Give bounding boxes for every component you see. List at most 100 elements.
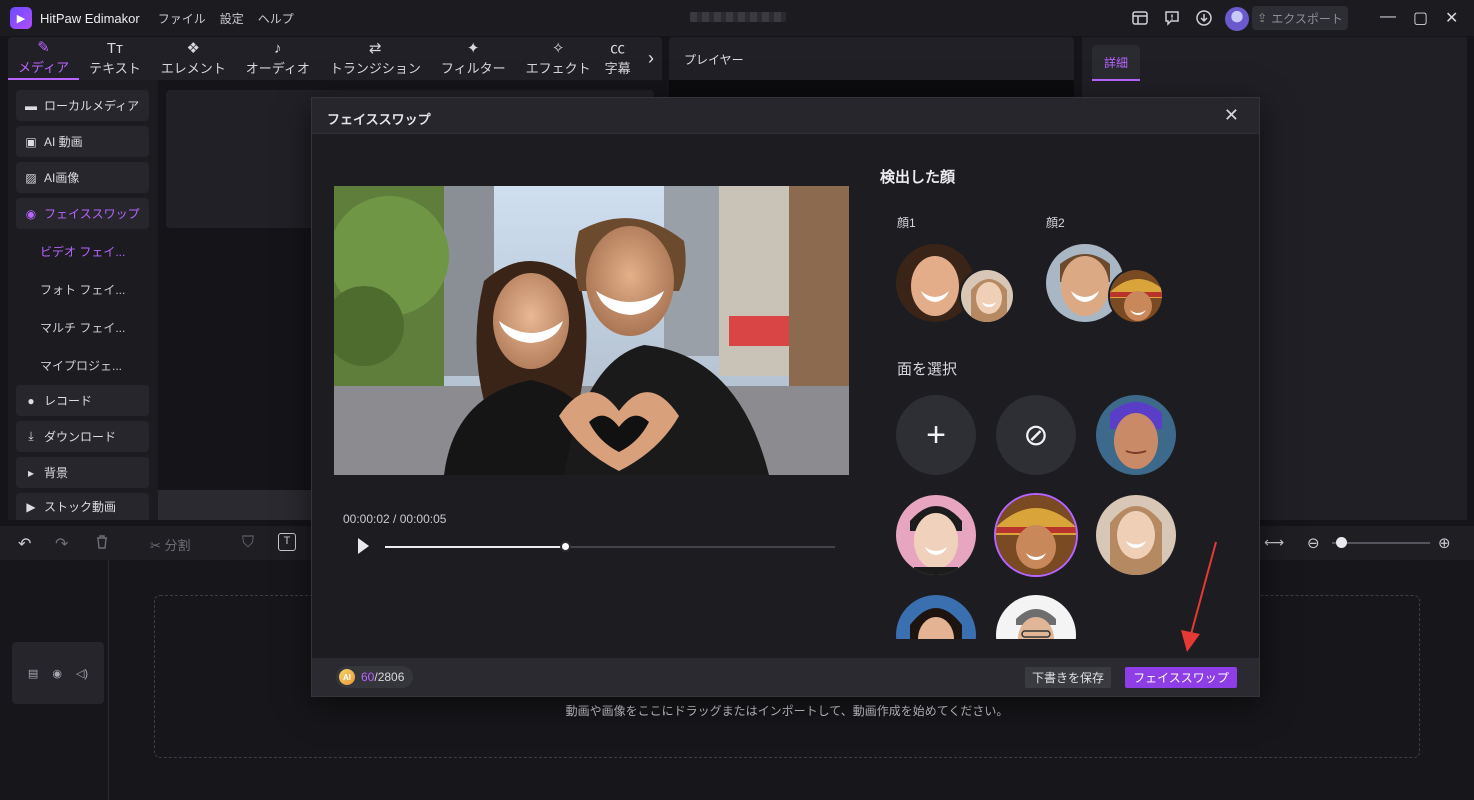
tab-filter[interactable]: ✦ フィルター	[431, 37, 516, 80]
caption-icon: ㏄	[610, 39, 626, 57]
swap-face-1-thumb[interactable]	[959, 268, 1015, 324]
candidate-face-3-selected[interactable]	[996, 495, 1076, 575]
sidebar-subitem-multi-face[interactable]: マルチ フェイ...	[40, 319, 125, 336]
maximize-button[interactable]: ▢	[1413, 8, 1428, 28]
sidebar-item-face-swap[interactable]: ◉ フェイススワップ	[16, 198, 149, 229]
candidate-face-1[interactable]	[1096, 395, 1176, 475]
chevron-right-icon[interactable]: ›	[640, 37, 662, 80]
scissors-icon: ✂	[150, 538, 165, 553]
select-face-title: 面を選択	[897, 361, 958, 378]
tab-label: フィルター	[440, 60, 506, 76]
tab-media[interactable]: ✎ メディア	[8, 37, 80, 80]
fit-width-icon[interactable]: ⟷	[1264, 534, 1284, 551]
track-volume-icon[interactable]: ◁)	[76, 667, 88, 680]
tab-transition[interactable]: ⇄ トランジション	[320, 37, 431, 80]
current-time: 00:00:02	[343, 512, 390, 526]
filter-icon: ✦	[466, 39, 480, 57]
redo-icon[interactable]: ↷	[55, 534, 68, 554]
track-visibility-icon[interactable]: ◉	[52, 667, 62, 680]
tab-text[interactable]: Tт テキスト	[79, 37, 151, 80]
no-face-button[interactable]: ⊘	[996, 395, 1076, 475]
undo-icon[interactable]: ↶	[18, 534, 31, 554]
tab-label: 字幕	[604, 60, 631, 76]
layout-icon[interactable]	[1129, 7, 1151, 29]
split-button[interactable]: ✂ 分割	[150, 535, 191, 554]
candidate-face-5[interactable]	[896, 595, 976, 639]
candidate-face-2[interactable]	[896, 495, 976, 575]
delete-icon[interactable]	[94, 534, 110, 555]
text-tool-icon[interactable]: T	[278, 533, 296, 551]
sidebar-item-label: ローカルメディア	[44, 99, 140, 113]
sidebar-item-label: レコード	[44, 394, 93, 408]
tab-effect[interactable]: ✧ エフェクト	[516, 37, 601, 80]
ai-credits-badge: AI 60/2806	[336, 666, 414, 688]
feedback-icon[interactable]	[1161, 7, 1183, 29]
play-icon[interactable]	[358, 538, 369, 554]
sidebar-item-ai-video[interactable]: ▣ AI 動画	[16, 126, 149, 157]
add-face-button[interactable]: +	[896, 395, 976, 475]
zoom-in-icon[interactable]: ⊕	[1438, 534, 1451, 552]
tab-label: メディア	[18, 59, 70, 75]
project-name-redacted	[690, 12, 786, 22]
sidebar-subitem-my-projects[interactable]: マイプロジェ...	[40, 357, 122, 374]
face-2-label: 顔2	[1046, 216, 1065, 230]
sidebar-item-download[interactable]: ⤓ ダウンロード	[16, 421, 149, 452]
sidebar-item-record[interactable]: ● レコード	[16, 385, 149, 416]
marker-icon[interactable]: ⛉	[242, 534, 254, 552]
candidate-face-4[interactable]	[1096, 495, 1176, 575]
zoom-slider-knob[interactable]	[1336, 537, 1347, 548]
seek-handle[interactable]	[560, 541, 571, 552]
zoom-out-icon[interactable]: ⊖	[1307, 534, 1320, 552]
app-title: HitPaw Edimakor	[40, 10, 140, 26]
menu-help[interactable]: ヘルプ	[258, 10, 294, 27]
minimize-button[interactable]: —	[1380, 8, 1396, 26]
tab-label: エレメント	[160, 60, 226, 76]
export-icon: ⇪	[1257, 11, 1268, 25]
tab-label: トランジション	[329, 60, 421, 76]
annotation-arrow	[1181, 541, 1217, 652]
sidebar-subitem-photo-face[interactable]: フォト フェイ...	[40, 281, 125, 298]
tab-label: テキスト	[89, 60, 141, 76]
split-label: 分割	[164, 538, 191, 553]
track-film-icon[interactable]: ▤	[28, 667, 38, 680]
candidate-face-6[interactable]	[996, 595, 1076, 639]
sidebar-item-local-media[interactable]: ▬ ローカルメディア	[16, 90, 149, 121]
swap-face-2-thumb[interactable]	[1108, 268, 1164, 324]
dialog-header: フェイススワップ ✕	[312, 98, 1259, 134]
export-label: エクスポート	[1271, 11, 1343, 26]
menu-settings[interactable]: 設定	[220, 10, 244, 27]
dialog-footer: AI 60/2806 下書きを保存 フェイススワップ	[312, 658, 1259, 696]
tab-details[interactable]: 詳細	[1092, 45, 1140, 81]
detected-faces-title: 検出した顔	[880, 169, 956, 186]
record-icon: ●	[27, 393, 35, 408]
title-bar: ▶ HitPaw Edimakor ファイル 設定 ヘルプ ⇪ エクスポート —…	[0, 0, 1474, 36]
tab-element[interactable]: ❖ エレメント	[151, 37, 236, 80]
caret-right-icon: ▸	[27, 465, 35, 480]
tab-audio[interactable]: ♪ オーディオ	[236, 37, 320, 80]
user-avatar[interactable]	[1225, 7, 1249, 31]
time-display: 00:00:02 / 00:00:05	[343, 512, 446, 526]
play-icon: ▶	[26, 499, 36, 514]
close-icon[interactable]: ✕	[1224, 105, 1239, 126]
seek-bar[interactable]	[385, 541, 835, 552]
ai-coin-icon: AI	[339, 669, 355, 685]
tab-caption[interactable]: ㏄字幕	[601, 37, 635, 80]
transition-icon: ⇄	[369, 39, 382, 57]
close-window-button[interactable]: ✕	[1445, 8, 1458, 28]
sidebar-item-label: 背景	[44, 466, 69, 480]
sidebar-item-label: ダウンロード	[44, 430, 117, 444]
sidebar-item-background[interactable]: ▸ 背景	[16, 457, 149, 488]
seek-progress	[385, 546, 565, 548]
sidebar-item-stock-video[interactable]: ▶ ストック動画	[16, 493, 149, 520]
app-logo-icon: ▶	[10, 7, 32, 29]
download-icon[interactable]	[1193, 7, 1215, 29]
ai-video-icon: ▣	[25, 134, 37, 149]
sidebar-item-ai-image[interactable]: ▨ AI画像	[16, 162, 149, 193]
sidebar-subitem-video-face[interactable]: ビデオ フェイ...	[40, 243, 125, 260]
player-title: プレイヤー	[684, 53, 744, 67]
face-swap-button[interactable]: フェイススワップ	[1125, 667, 1237, 688]
export-button[interactable]: ⇪ エクスポート	[1252, 6, 1348, 30]
save-draft-button[interactable]: 下書きを保存	[1025, 667, 1112, 688]
face-swap-dialog: フェイススワップ ✕ 00:00:02 / 00:00:05 検出した顔 顔1 …	[311, 97, 1260, 697]
menu-file[interactable]: ファイル	[158, 10, 206, 27]
